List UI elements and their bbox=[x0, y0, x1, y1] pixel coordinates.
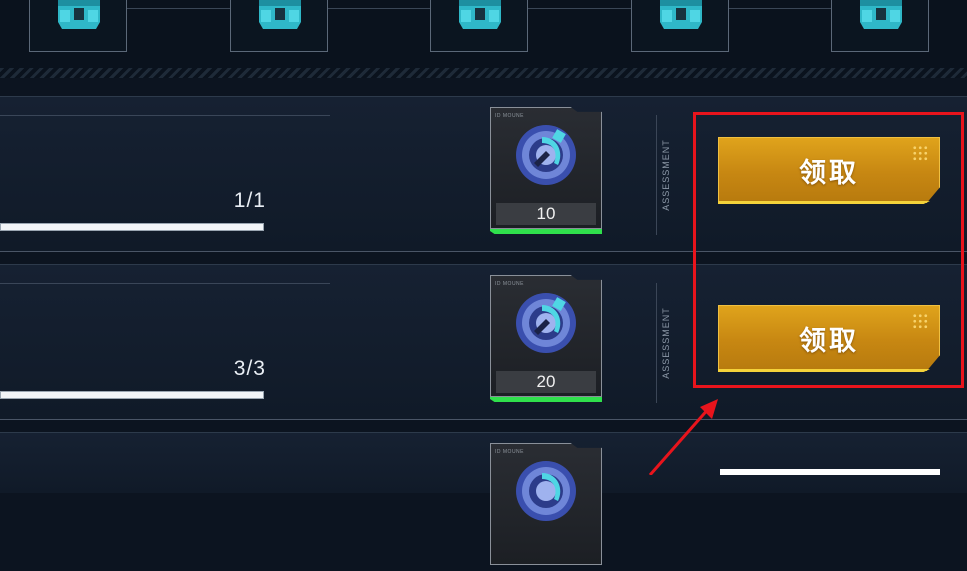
task-row: 1/1 ID MOUNE 10 ASSESSMENT 领取 bbox=[0, 96, 967, 252]
progress-fill bbox=[1, 392, 263, 398]
reward-card[interactable]: ID MOUNE 20 bbox=[490, 275, 602, 403]
reward-quantity: 10 bbox=[496, 203, 596, 225]
chest-progress-strip bbox=[0, 0, 967, 78]
coin-icon bbox=[514, 459, 578, 523]
treasure-chest-icon bbox=[455, 0, 505, 30]
hatch-divider bbox=[0, 68, 967, 78]
treasure-chest-icon bbox=[255, 0, 305, 30]
task-row: ID MOUNE bbox=[0, 432, 967, 565]
reward-tag: ID MOUNE bbox=[495, 281, 524, 287]
chest-slot[interactable] bbox=[230, 0, 328, 52]
dot-grid-icon bbox=[912, 145, 928, 161]
assessment-label: ASSESSMENT bbox=[661, 307, 671, 379]
row-divider bbox=[0, 283, 330, 284]
assessment-divider bbox=[656, 283, 657, 403]
task-row: 3/3 ID MOUNE 20 ASSESSMENT 领取 bbox=[0, 264, 967, 420]
claim-button-underline bbox=[718, 369, 930, 372]
reward-card[interactable]: ID MOUNE bbox=[490, 443, 602, 571]
progress-count: 3/3 bbox=[233, 357, 266, 380]
reward-quantity: 20 bbox=[496, 371, 596, 393]
progress-bar bbox=[0, 391, 264, 399]
treasure-chest-icon bbox=[656, 0, 706, 30]
treasure-chest-icon bbox=[54, 0, 104, 30]
claim-button-underline bbox=[718, 201, 930, 204]
progress-fill bbox=[1, 224, 263, 230]
claim-button-label: 领取 bbox=[799, 325, 859, 356]
progress-bar bbox=[0, 223, 264, 231]
progress-count: 1/1 bbox=[233, 189, 266, 212]
rarity-bar bbox=[490, 397, 602, 402]
chest-slot[interactable] bbox=[631, 0, 729, 52]
claim-button[interactable]: 领取 bbox=[718, 137, 940, 203]
chest-slot[interactable] bbox=[430, 0, 528, 52]
dot-grid-icon bbox=[912, 313, 928, 329]
annotation-arrow-icon bbox=[648, 399, 718, 475]
assessment-label: ASSESSMENT bbox=[661, 139, 671, 211]
claim-button-edge bbox=[720, 469, 940, 475]
reward-tag: ID MOUNE bbox=[495, 449, 524, 455]
treasure-chest-icon bbox=[856, 0, 906, 30]
claim-button[interactable]: 领取 bbox=[718, 305, 940, 371]
reward-tag: ID MOUNE bbox=[495, 113, 524, 119]
coin-icon bbox=[514, 291, 578, 355]
assessment-divider bbox=[656, 115, 657, 235]
chest-slot[interactable] bbox=[29, 0, 127, 52]
claim-button-label: 领取 bbox=[799, 157, 859, 188]
row-divider bbox=[0, 115, 330, 116]
coin-icon bbox=[514, 123, 578, 187]
reward-card[interactable]: ID MOUNE 10 bbox=[490, 107, 602, 235]
chest-slot[interactable] bbox=[831, 0, 929, 52]
rarity-bar bbox=[490, 229, 602, 234]
